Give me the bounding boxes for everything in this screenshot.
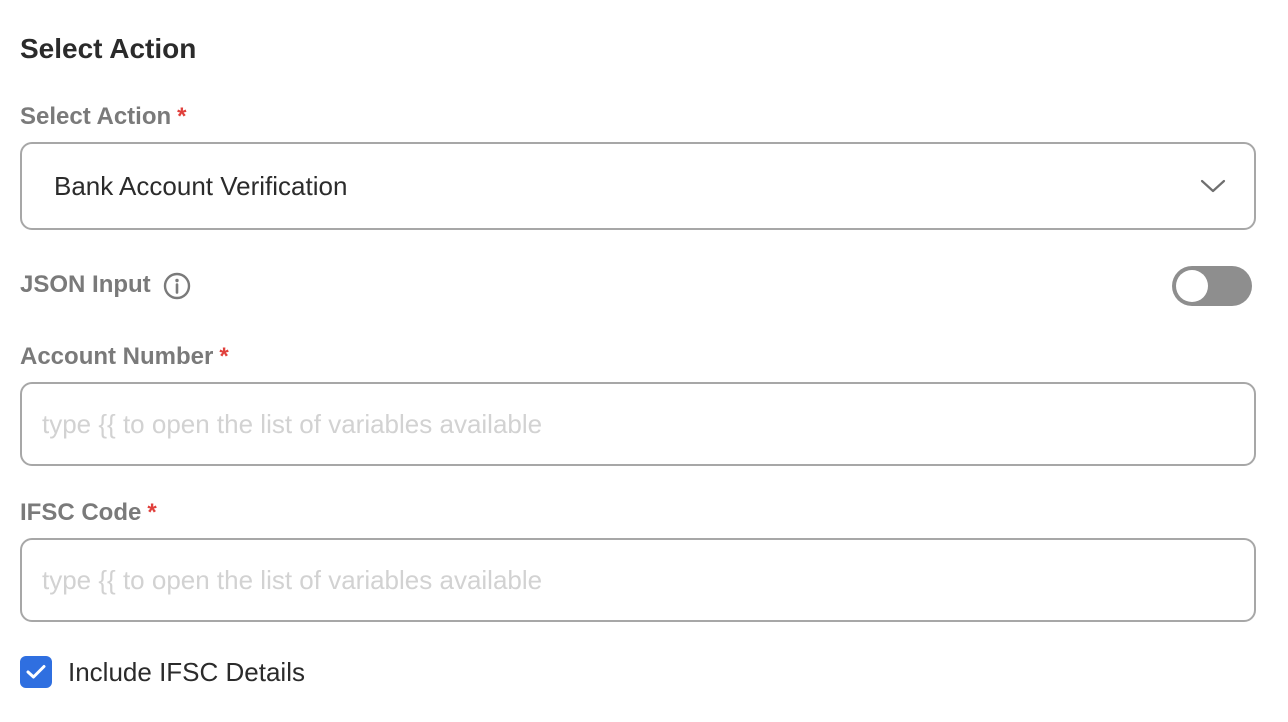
required-marker: *: [219, 343, 229, 370]
toggle-knob: [1176, 270, 1208, 302]
required-marker: *: [147, 499, 157, 526]
ifsc-code-input[interactable]: [20, 538, 1256, 622]
json-input-label: JSON Input: [20, 271, 151, 298]
select-action-value: Bank Account Verification: [54, 171, 348, 201]
include-ifsc-checkbox[interactable]: [20, 656, 52, 688]
select-action-label: Select Action *: [20, 102, 187, 132]
required-marker: *: [177, 103, 187, 130]
select-action-form: Select Action Select Action * Bank Accoun…: [0, 0, 1288, 722]
ifsc-code-label: IFSC Code *: [20, 498, 157, 528]
account-number-label-text: Account Number: [20, 343, 214, 370]
include-ifsc-label[interactable]: Include IFSC Details: [68, 656, 305, 688]
json-input-toggle[interactable]: [1172, 266, 1252, 306]
checkmark-icon: [26, 665, 46, 679]
info-icon[interactable]: [163, 272, 191, 300]
section-title: Select Action: [20, 33, 197, 64]
account-number-input[interactable]: [20, 382, 1256, 466]
chevron-down-icon: [1200, 179, 1226, 193]
select-action-dropdown[interactable]: Bank Account Verification: [20, 142, 1256, 230]
select-action-label-text: Select Action: [20, 103, 172, 130]
ifsc-code-label-text: IFSC Code: [20, 499, 142, 526]
account-number-label: Account Number *: [20, 342, 229, 372]
